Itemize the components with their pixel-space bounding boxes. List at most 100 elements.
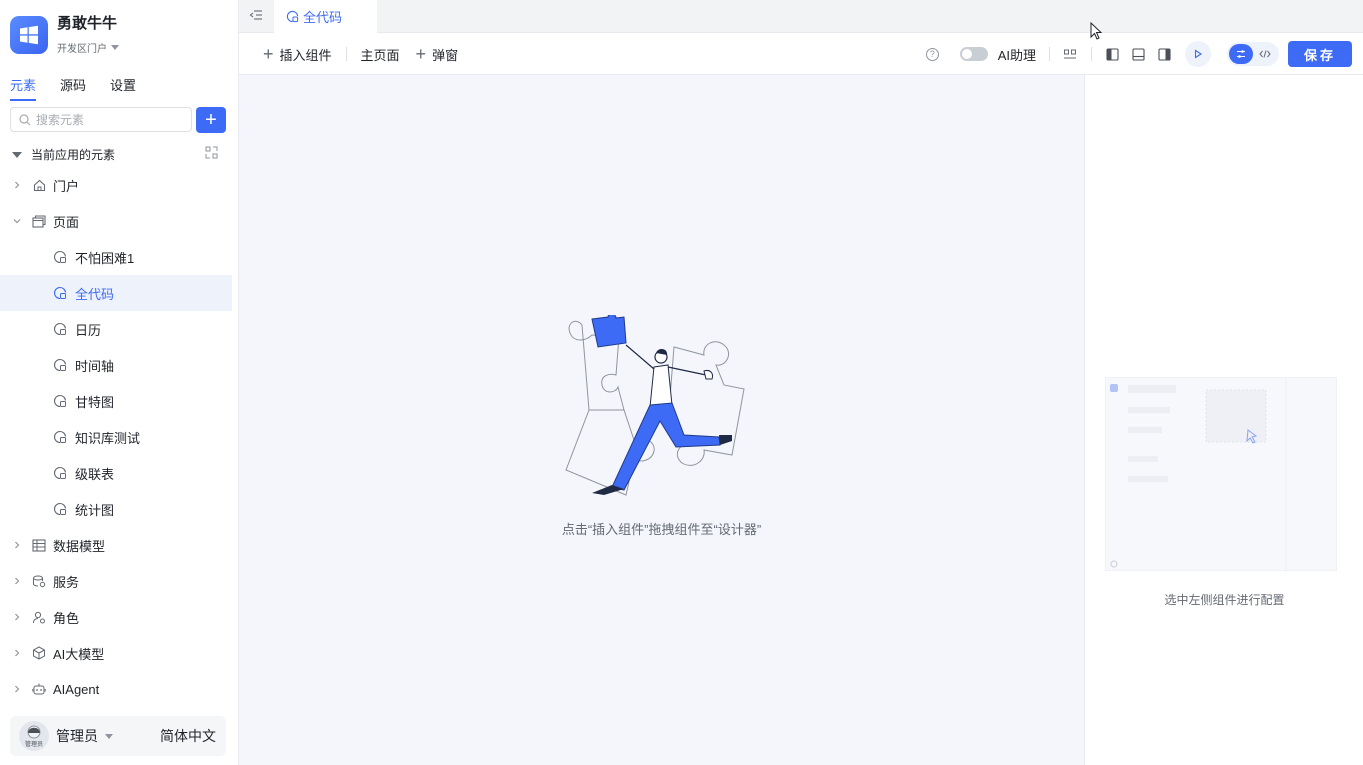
main-page-button[interactable]: 主页面 [361, 45, 400, 64]
tree-item-page-cascade[interactable]: 级联表 [0, 455, 232, 491]
tree-item-service[interactable]: 服务 [0, 563, 232, 599]
person-legs [611, 402, 721, 491]
tree-item-label: 不怕困难1 [75, 250, 135, 266]
code-mode-button[interactable] [1253, 44, 1277, 64]
tab-source[interactable]: 源码 [60, 75, 86, 101]
tree-item-label: 全代码 [75, 286, 115, 302]
tree-item-label: AI大模型 [53, 646, 105, 662]
tree-item-page-full-code[interactable]: 全代码 [0, 275, 232, 311]
collapse-sidebar-icon[interactable] [249, 8, 263, 22]
empty-hint: 点击“插入组件”拖拽组件至“设计器” [561, 522, 762, 537]
designer-canvas[interactable]: 点击“插入组件”拖拽组件至“设计器” [239, 75, 1084, 765]
code-page-icon [286, 10, 299, 23]
service-icon [32, 574, 46, 588]
element-tree: 门户 页面 不怕困难1 全代码 日历 时间轴 甘特图 知识库测试 级联表 统计图… [0, 167, 232, 707]
design-mode-button[interactable] [1229, 44, 1253, 64]
tree-item-label: 角色 [53, 610, 80, 626]
tree-item-data-model[interactable]: 数据模型 [0, 527, 232, 563]
chevron-right-icon[interactable] [11, 611, 23, 623]
tree-item-page-timeline[interactable]: 时间轴 [0, 347, 232, 383]
code-page-icon [53, 394, 67, 408]
tree-item-label: 甘特图 [75, 394, 115, 410]
tree-item-label: 页面 [53, 214, 80, 230]
tree-header-label: 当前应用的元素 [31, 148, 116, 162]
ai-assistant-label: AI助理 [997, 47, 1036, 63]
tree-item-label: 服务 [53, 574, 80, 590]
empty-state-illustration [565, 315, 745, 496]
chevron-right-icon[interactable] [11, 575, 23, 587]
tree-item-label: 级联表 [75, 466, 115, 482]
locate-icon[interactable] [205, 146, 218, 159]
chevron-down-icon[interactable] [11, 215, 23, 227]
tab-settings[interactable]: 设置 [110, 75, 136, 101]
caret-down-icon[interactable] [105, 733, 113, 739]
code-page-icon [53, 250, 67, 264]
panel-bottom-icon[interactable] [1131, 47, 1145, 61]
portal-selector[interactable]: 开发区门户 [57, 40, 119, 55]
layout-settings-icon[interactable] [1063, 47, 1077, 61]
tree-item-page-stats[interactable]: 统计图 [0, 491, 232, 527]
config-preview-illustration [1105, 377, 1337, 572]
plus-icon: + [263, 44, 274, 64]
code-page-icon [53, 502, 67, 516]
view-mode-switch [1227, 42, 1279, 66]
tree-item-label: 知识库测试 [75, 430, 141, 446]
user-bar: 管理员 管理员 简体中文 [10, 716, 226, 756]
chevron-right-icon[interactable] [11, 539, 23, 551]
sliders-icon [1237, 50, 1245, 58]
tree-item-page-knowledge[interactable]: 知识库测试 [0, 419, 232, 455]
code-page-icon [53, 286, 67, 300]
tab-full-code[interactable]: 全代码 [274, 0, 377, 33]
tree-item-portal[interactable]: 门户 [0, 167, 232, 203]
tab-label: 全代码 [303, 10, 343, 25]
avatar[interactable]: 管理员 [19, 721, 49, 751]
divider [1091, 47, 1092, 61]
panel-right-icon[interactable] [1157, 47, 1171, 61]
toolbar: + 插入组件 主页面 + 弹窗 ? AI助理 保存 [239, 33, 1363, 75]
app-logo [10, 16, 48, 54]
ai-assistant-toggle[interactable] [959, 47, 988, 61]
mouse-cursor-icon [1090, 22, 1103, 40]
avatar-text: 管理员 [24, 742, 43, 748]
insert-label: 插入组件 [279, 47, 332, 63]
tree-item-pages[interactable]: 页面 [0, 203, 232, 239]
windows-logo-icon [20, 25, 38, 45]
app-name: 勇敢牛牛 [57, 15, 118, 32]
tree-item-page-1[interactable]: 不怕困难1 [0, 239, 232, 275]
chevron-right-icon[interactable] [11, 683, 23, 695]
chevron-right-icon[interactable] [11, 179, 23, 191]
tab-elements[interactable]: 元素 [10, 75, 37, 101]
code-icon [1259, 50, 1271, 58]
tree-item-label: 日历 [75, 322, 102, 338]
caret-down-icon [111, 45, 119, 50]
chevron-right-icon[interactable] [11, 647, 23, 659]
right-panel-hint: 选中左侧组件进行配置 [1164, 593, 1285, 607]
popup-label: 弹窗 [432, 47, 459, 63]
tree-header[interactable]: 当前应用的元素 [12, 146, 224, 163]
tree-item-label: 门户 [53, 178, 80, 194]
tree-item-label: 时间轴 [75, 358, 115, 374]
tree-item-role[interactable]: 角色 [0, 599, 232, 635]
code-page-icon [53, 430, 67, 444]
panel-left-icon[interactable] [1105, 47, 1119, 61]
insert-component-button[interactable]: + 插入组件 [263, 45, 332, 64]
tree-item-page-calendar[interactable]: 日历 [0, 311, 232, 347]
add-element-button[interactable]: + [196, 107, 226, 133]
properties-panel: 选中左侧组件进行配置 [1084, 75, 1363, 765]
config-placeholder-graphic [1110, 378, 1287, 572]
language-switch[interactable]: 简体中文 [160, 726, 216, 746]
search-input[interactable] [36, 112, 176, 127]
help-icon[interactable]: ? [925, 47, 939, 61]
tree-item-ai-agent[interactable]: AIAgent [0, 671, 232, 707]
tree-item-page-gantt[interactable]: 甘特图 [0, 383, 232, 419]
home-icon [32, 178, 46, 192]
save-button[interactable]: 保存 [1288, 41, 1352, 67]
plus-icon: + [415, 44, 427, 64]
add-popup-button[interactable]: + 弹窗 [416, 45, 459, 64]
tree-item-ai-model[interactable]: AI大模型 [0, 635, 232, 671]
user-name[interactable]: 管理员 [56, 726, 98, 746]
tree-item-label: AIAgent [53, 681, 100, 697]
preview-play-button[interactable] [1185, 41, 1211, 67]
cube-icon [32, 646, 46, 660]
code-page-icon [53, 322, 67, 336]
